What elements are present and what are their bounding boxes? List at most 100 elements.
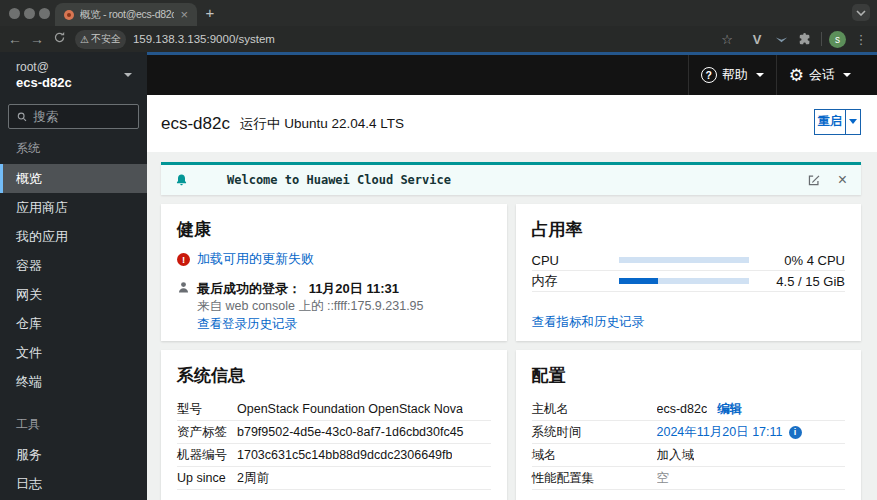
edit-hostname-link[interactable]: 编辑 <box>717 401 742 418</box>
nav-item-gateway[interactable]: 网关 <box>0 280 147 309</box>
reload-button[interactable] <box>48 31 70 47</box>
window-controls <box>9 8 52 19</box>
bell-icon <box>175 173 188 187</box>
page-header: ecs-d82c 运行中 Ubuntu 22.04.4 LTS 重启 <box>147 95 877 152</box>
nav-item-my-apps[interactable]: 我的应用 <box>0 222 147 251</box>
nav-item-overview[interactable]: 概览 <box>0 164 147 193</box>
nav-section-system: 系统 <box>0 131 147 164</box>
nav-item-services[interactable]: 服务 <box>0 440 147 469</box>
security-label: 不安全 <box>91 32 121 46</box>
sidebar-search-wrap <box>0 97 147 129</box>
hostname-row: 主机名 ecs-d82c 编辑 <box>532 398 846 421</box>
host-switcher[interactable]: root@ ecs-d82c <box>0 52 147 97</box>
last-login-label: 最后成功的登录： <box>197 281 301 296</box>
memory-value: 4.5 / 15 GiB <box>749 274 846 289</box>
extensions-puzzle-button[interactable] <box>793 32 817 46</box>
nav-item-containers[interactable]: 容器 <box>0 251 147 280</box>
cpu-progress <box>619 257 749 263</box>
login-history-link[interactable]: 查看登录历史记录 <box>197 317 297 331</box>
bookmark-star-icon[interactable]: ☆ <box>715 32 739 47</box>
sidebar: root@ ecs-d82c 系统 概览 应用商店 我的应用 容器 网关 仓库 … <box>0 52 147 500</box>
motd-message: Welcome to Huawei Cloud Service <box>227 173 451 187</box>
sidebar-searchbox[interactable] <box>8 104 139 129</box>
tab-search-button[interactable] <box>852 4 870 21</box>
memory-label: 内存 <box>532 272 619 290</box>
page-content: Welcome to Huawei Cloud Service × 健康 ! 加… <box>147 152 877 500</box>
machine-id-row: 机器编号 1703c631c5c14bb88d9dcdc2306649fb <box>177 444 491 467</box>
last-login-from: 来自 web console 上的 ::ffff:175.9.231.95 <box>197 298 424 315</box>
help-menu[interactable]: ? 帮助 <box>688 55 776 95</box>
cpu-row: CPU 0% 4 CPU <box>532 250 846 271</box>
usage-title: 占用率 <box>532 220 846 240</box>
browser-tab[interactable]: 概览 - root@ecs-d82c × <box>55 3 197 26</box>
session-caret-icon <box>843 73 851 77</box>
cards-row-2: 系统信息 型号 OpenStack Foundation OpenStack N… <box>161 350 861 500</box>
toolbar-separator <box>821 32 822 46</box>
new-tab-button[interactable]: + <box>202 4 218 22</box>
back-button[interactable]: ← <box>4 31 26 47</box>
restart-button[interactable]: 重启 <box>814 109 846 135</box>
cpu-label: CPU <box>532 253 619 268</box>
window-minimize-button[interactable] <box>24 8 35 19</box>
window-close-button[interactable] <box>9 8 20 19</box>
gear-icon: ⚙ <box>789 67 804 84</box>
perf-profile-row: 性能配置集 空 <box>532 467 846 490</box>
memory-row: 内存 4.5 / 15 GiB <box>532 271 846 292</box>
url-text[interactable]: 159.138.3.135:9000/system <box>133 33 715 45</box>
warning-icon: ⚠ <box>80 34 89 45</box>
nav-section-tools: 工具 <box>0 407 147 440</box>
model-row: 型号 OpenStack Foundation OpenStack Nova <box>177 398 491 421</box>
motd-alert: Welcome to Huawei Cloud Service × <box>161 162 861 195</box>
host-name: ecs-d82c <box>16 75 137 91</box>
error-icon: ! <box>177 253 190 266</box>
chevron-down-icon <box>856 10 866 16</box>
extension-v-icon[interactable]: V <box>745 32 769 47</box>
masthead: ? 帮助 ⚙ 会话 <box>147 52 877 95</box>
help-label: 帮助 <box>722 66 748 84</box>
forward-button[interactable]: → <box>26 31 48 47</box>
nav-item-terminal[interactable]: 终端 <box>0 367 147 396</box>
tab-close-icon[interactable]: × <box>180 8 188 21</box>
domain-row: 域名 加入域 <box>532 444 846 467</box>
extension-wing-icon[interactable] <box>769 33 793 46</box>
search-input[interactable] <box>33 110 130 124</box>
alert-close-icon[interactable]: × <box>838 172 847 188</box>
system-info-card: 系统信息 型号 OpenStack Foundation OpenStack N… <box>161 350 507 500</box>
system-info-title: 系统信息 <box>177 366 491 386</box>
main-area: ? 帮助 ⚙ 会话 ecs-d82c 运行中 Ubuntu 22.04.4 LT… <box>147 52 877 500</box>
config-card: 配置 主机名 ecs-d82c 编辑 系统时间 2024年11月20日 17:1… <box>516 350 862 500</box>
profile-avatar[interactable]: s <box>829 31 846 48</box>
help-caret-icon <box>756 73 764 77</box>
browser-tab-bar: 概览 - root@ecs-d82c × + <box>0 0 877 26</box>
tab-title: 概览 - root@ecs-d82c <box>80 8 174 22</box>
nav-item-repository[interactable]: 仓库 <box>0 309 147 338</box>
window-zoom-button[interactable] <box>39 8 50 19</box>
help-icon: ? <box>701 67 717 83</box>
search-icon <box>17 111 27 123</box>
host-user: root@ <box>16 60 137 75</box>
join-domain-link[interactable]: 加入域 <box>657 447 695 464</box>
edit-motd-icon[interactable] <box>807 173 821 187</box>
metrics-link[interactable]: 查看指标和历史记录 <box>532 315 645 329</box>
config-table: 主机名 ecs-d82c 编辑 系统时间 2024年11月20日 17:11 i… <box>532 398 846 490</box>
system-info-table: 型号 OpenStack Foundation OpenStack Nova 资… <box>177 398 491 490</box>
usage-card: 占用率 CPU 0% 4 CPU 内存 4.5 / 15 GiB <box>516 204 862 341</box>
nav-item-app-store[interactable]: 应用商店 <box>0 193 147 222</box>
session-menu[interactable]: ⚙ 会话 <box>776 55 877 95</box>
update-error-link[interactable]: 加载可用的更新失败 <box>197 250 314 268</box>
security-chip[interactable]: ⚠不安全 <box>75 30 126 49</box>
last-login-time: 11月20日 11:31 <box>309 281 399 296</box>
host-caret-icon <box>124 73 132 77</box>
tab-favicon-icon <box>64 10 74 20</box>
restart-dropdown-button[interactable] <box>846 109 861 135</box>
nav-item-files[interactable]: 文件 <box>0 338 147 367</box>
wing-icon <box>775 33 788 46</box>
browser-menu-button[interactable]: ⋮ <box>849 32 873 47</box>
restart-caret-icon <box>849 119 857 124</box>
system-time-link[interactable]: 2024年11月20日 17:11 <box>657 424 783 441</box>
session-label: 会话 <box>809 66 835 84</box>
uptime-row: Up since 2周前 <box>177 467 491 490</box>
health-title: 健康 <box>177 220 491 240</box>
info-icon[interactable]: i <box>789 426 802 439</box>
nav-item-logs[interactable]: 日志 <box>0 469 147 498</box>
